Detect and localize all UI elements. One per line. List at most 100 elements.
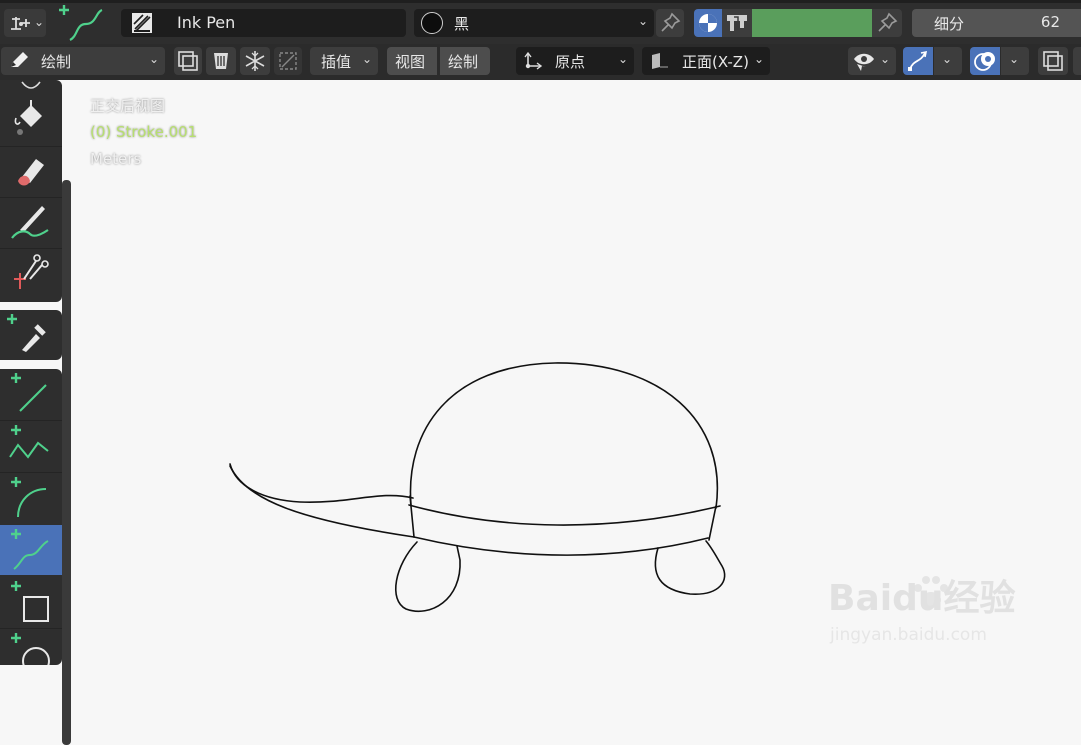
baidu-watermark: Baidu经验 jingyan.baidu.com <box>828 576 1015 645</box>
tool-fill[interactable] <box>0 94 62 144</box>
tool-erase[interactable] <box>0 147 62 197</box>
tool-cutter[interactable] <box>0 249 62 299</box>
toolbar-scrollbar[interactable] <box>62 180 71 745</box>
turtle-tail-stroke <box>229 463 414 503</box>
scissors-icon <box>14 254 49 289</box>
interpolate-label: 插值 <box>321 53 352 71</box>
object-mode-icon <box>11 17 30 30</box>
header-border <box>0 0 1081 3</box>
turtle-rim-right-stroke <box>708 505 717 541</box>
units-overlay: Meters <box>90 150 142 168</box>
tool-circle[interactable] <box>0 629 62 675</box>
mode-label: 绘制 <box>41 53 72 71</box>
object-name-overlay: (0) Stroke.001 <box>90 123 198 141</box>
gizmo-toggle-button[interactable] <box>903 47 933 75</box>
curve-tool-icon[interactable] <box>56 2 108 42</box>
stroke-placement-dropdown[interactable]: 原点 ⌄ <box>516 47 634 75</box>
brush-selector[interactable]: Ink Pen <box>121 9 406 37</box>
material-name: 黑 <box>454 15 470 33</box>
draw-menu-label: 绘制 <box>448 53 479 71</box>
shading-button[interactable] <box>1073 47 1081 75</box>
tool-eyedropper[interactable] <box>0 310 62 360</box>
pencil-icon <box>11 52 28 67</box>
eye-icon <box>854 53 874 71</box>
turtle-right-leg-stroke <box>654 540 726 595</box>
chevron-down-icon: ⌄ <box>754 52 765 66</box>
polyline-icon <box>9 425 49 459</box>
autoclean-button[interactable] <box>206 47 236 75</box>
tint-brush-icon <box>11 206 49 239</box>
interpolate-dropdown[interactable]: 插值 ⌄ <box>310 47 378 75</box>
vertex-color-icon <box>727 15 747 31</box>
snowflake-icon <box>245 51 265 71</box>
visibility-dropdown[interactable]: ⌄ <box>848 47 896 75</box>
subdivision-field[interactable]: 细分 62 <box>912 9 1081 37</box>
watermark-url: jingyan.baidu.com <box>829 625 987 645</box>
pin-icon <box>661 12 681 32</box>
material-selector[interactable]: 黑 ⌄ <box>414 9 654 37</box>
chevron-down-icon: ⌄ <box>362 52 373 66</box>
subdivision-value: 62 <box>1040 13 1060 31</box>
3d-viewport[interactable]: Baidu经验 jingyan.baidu.com <box>72 80 1081 665</box>
turtle-left-leg-stroke <box>394 541 461 613</box>
tool-line[interactable] <box>0 369 62 419</box>
vertex-color-swatch[interactable] <box>752 9 872 37</box>
freeze-button[interactable] <box>240 47 270 75</box>
overlays-icon <box>974 52 995 71</box>
tool-curve[interactable] <box>0 525 62 575</box>
tool-tint[interactable] <box>0 198 62 248</box>
line-icon <box>11 373 47 412</box>
arc-icon <box>11 477 47 518</box>
tool-group-shapes <box>0 369 62 675</box>
drawing-plane-dropdown[interactable]: 正面(X-Z) ⌄ <box>642 47 770 75</box>
chevron-down-icon: ⌄ <box>34 15 45 29</box>
pin-color-button[interactable] <box>872 9 902 37</box>
turtle-shell-stroke <box>409 362 719 509</box>
origin-label: 原点 <box>555 53 586 71</box>
tool-group-paint <box>0 80 62 302</box>
clean-icon <box>214 53 228 69</box>
color-mode-material-button[interactable] <box>694 9 722 37</box>
tool-polyline[interactable] <box>0 421 62 471</box>
draw-menu[interactable]: 绘制 <box>440 47 490 75</box>
brush-icon <box>132 13 152 33</box>
snap-button[interactable] <box>274 47 302 75</box>
gizmo-dropdown[interactable]: ⌄ <box>934 47 962 75</box>
chevron-down-icon: ⌄ <box>637 14 648 28</box>
view-menu[interactable]: 视图 <box>387 47 437 75</box>
chevron-down-icon: ⌄ <box>942 52 953 66</box>
box-icon <box>11 581 49 622</box>
view-name-overlay: 正交后视图 <box>90 97 166 115</box>
chevron-down-icon: ⌄ <box>1009 52 1020 66</box>
circle-icon <box>11 633 50 675</box>
view-menu-label: 视图 <box>395 53 426 71</box>
xray-icon <box>1043 51 1063 71</box>
curve-icon <box>11 529 49 570</box>
color-mode-vertex-button[interactable] <box>722 9 752 37</box>
pin-material-button[interactable] <box>656 9 684 37</box>
gizmo-icon <box>908 50 928 71</box>
brush-name: Ink Pen <box>177 13 236 32</box>
tool-partial-top[interactable] <box>0 80 62 94</box>
overlays-toggle-button[interactable] <box>970 47 1000 75</box>
multiframe-button[interactable] <box>174 47 202 75</box>
chevron-down-icon: ⌄ <box>149 52 160 66</box>
eraser-icon <box>18 159 44 186</box>
interaction-mode-dropdown[interactable]: 绘制 ⌄ <box>1 47 165 75</box>
overlays-dropdown[interactable]: ⌄ <box>1001 47 1029 75</box>
pin-icon <box>878 12 898 32</box>
tool-arc[interactable] <box>0 473 62 523</box>
tool-header: ⌄ Ink Pen 黑 ⌄ 细分 62 <box>0 0 1081 44</box>
dashed-box-icon <box>279 52 297 70</box>
bucket-icon <box>14 100 42 135</box>
tool-box[interactable] <box>0 577 62 627</box>
subdivision-label: 细分 <box>934 15 965 33</box>
origin-axes-icon <box>524 51 543 70</box>
editor-type-button[interactable]: ⌄ <box>4 9 46 37</box>
turtle-rim-top-stroke <box>408 504 721 526</box>
material-mode-icon <box>699 14 717 32</box>
xray-button[interactable] <box>1038 47 1068 75</box>
tool-shelf <box>0 80 72 745</box>
orientation-label: 正面(X-Z) <box>682 53 749 71</box>
chevron-down-icon: ⌄ <box>618 52 629 66</box>
